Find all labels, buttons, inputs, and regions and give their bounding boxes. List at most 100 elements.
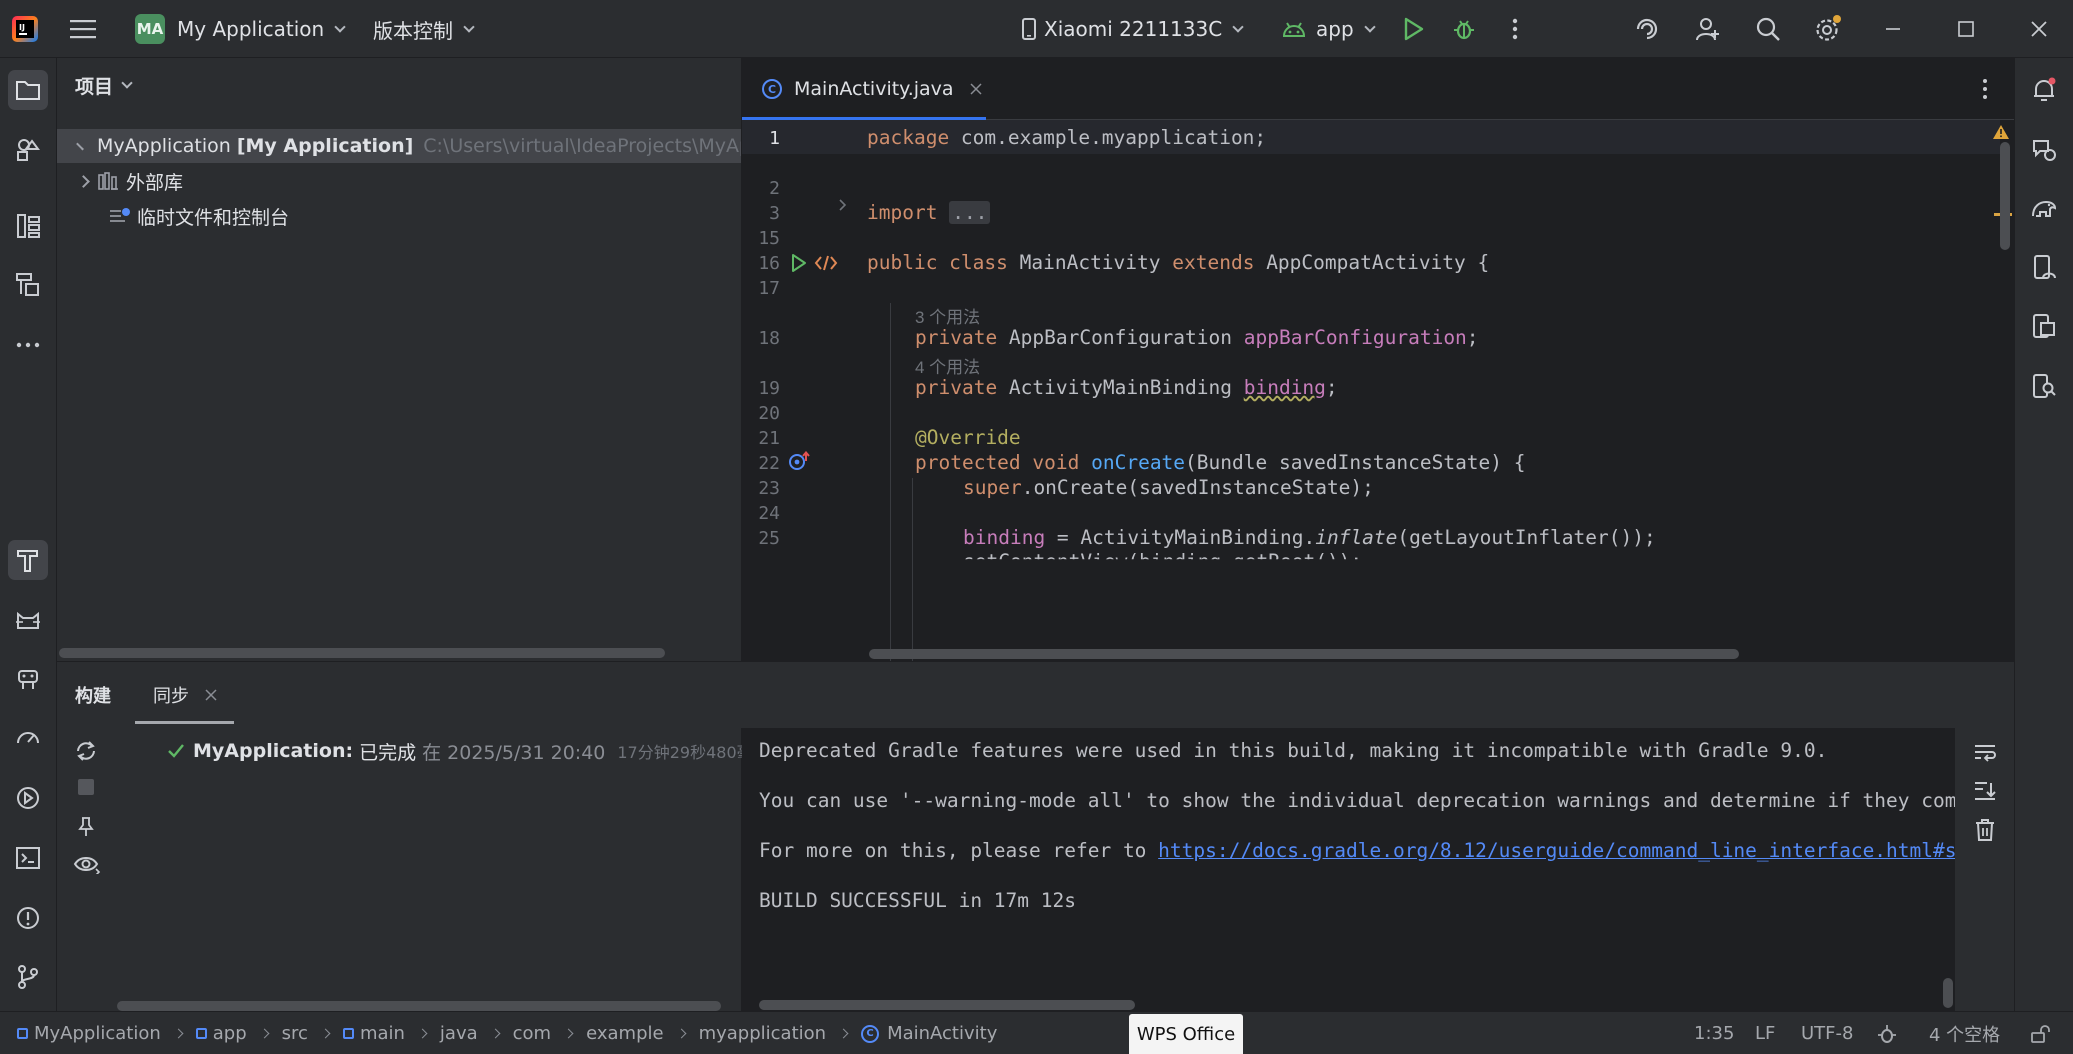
editor-tab-mainactivity[interactable]: C MainActivity.java [742,58,986,121]
code-line-18[interactable]: private AppBarConfiguration appBarConfig… [915,326,1479,349]
tree-item-external-libs[interactable]: 外部库 [57,164,741,198]
breadcrumb-item[interactable]: java [440,1023,478,1044]
vcs-menu-label: 版本控制 [373,18,453,43]
services-button[interactable] [8,778,48,818]
app-logo-icon[interactable]: IJ [12,0,38,58]
refresh-icon[interactable] [74,739,98,763]
editor-tab-options-button[interactable] [1982,78,1988,105]
code-line-3[interactable]: import ... [867,201,991,224]
usage-hint[interactable]: 4 个用法 [915,353,980,378]
folded-imports[interactable]: ... [949,201,991,224]
code-line-21[interactable]: @Override [915,426,1021,449]
layout-inspector-button[interactable] [8,265,48,305]
device-selector[interactable]: Xiaomi 2211133C [1022,0,1244,58]
close-tab-icon[interactable] [970,83,982,95]
project-switcher[interactable]: MA My Application [135,0,346,58]
inspection-widget[interactable] [1877,1012,1897,1054]
warning-icon[interactable] [1992,124,2010,140]
minimize-button[interactable] [1885,0,1901,58]
tab-sync[interactable]: 同步 [153,662,217,728]
project-horizontal-scrollbar[interactable] [59,648,665,658]
build-tool-button[interactable] [8,540,48,580]
console-horizontal-scrollbar[interactable] [759,1000,1135,1010]
tree-item-root[interactable]: MyApplication [My Application] C:\Users\… [57,129,741,163]
code-line-23[interactable]: super.onCreate(savedInstanceState); [963,476,1374,499]
gradle-button[interactable] [2024,188,2064,228]
cursor-position[interactable]: 1:35 [1694,1012,1734,1054]
more-tools-button[interactable] [8,325,48,365]
build-result-row[interactable]: MyApplication: 已完成 在 2025/5/31 20:40 17分… [167,736,769,766]
build-console[interactable]: Deprecated Gradle features were used in … [742,728,1955,1012]
breadcrumb-item[interactable]: myapplication [699,1023,826,1044]
vcs-menu[interactable]: 版本控制 [373,0,475,58]
settings-button[interactable] [1814,0,1842,58]
breadcrumb-item[interactable]: src [282,1023,308,1044]
run-gutter-icon[interactable] [790,253,808,273]
indent-setting[interactable]: 4 个空格 [1929,1012,2000,1054]
breadcrumb-item[interactable]: app [213,1023,247,1044]
trash-icon[interactable] [1974,818,1996,842]
code-line-1[interactable]: package com.example.myapplication; [867,126,1266,149]
chevron-right-icon [77,174,90,188]
override-gutter-icon[interactable] [788,451,812,471]
gemini-chat-button[interactable] [2024,130,2064,170]
code-line-19[interactable]: private ActivityMainBinding binding; [915,376,1338,399]
breadcrumb-item[interactable]: example [586,1023,663,1044]
resource-manager-button[interactable] [8,130,48,170]
project-panel-header[interactable]: 项目 [75,72,133,99]
code-xml-icon[interactable] [814,254,838,272]
usage-hint[interactable]: 3 个用法 [915,303,980,328]
line-separator[interactable]: LF [1755,1012,1775,1054]
build-tree-horizontal-scrollbar[interactable] [117,1001,721,1011]
device-manager-button[interactable] [2024,247,2064,287]
breadcrumb-item[interactable]: com [513,1023,551,1044]
debug-button[interactable] [1452,0,1476,58]
more-actions-button[interactable] [1512,0,1518,58]
soft-wrap-icon[interactable] [1973,742,1997,762]
tree-item-scratches[interactable]: 临时文件和控制台 [57,199,741,233]
breadcrumb-item[interactable]: MyApplication [34,1023,161,1044]
code-line-25[interactable]: binding = ActivityMainBinding.inflate(ge… [963,526,1656,549]
project-tool-button[interactable] [8,70,48,110]
close-tab-icon[interactable] [205,689,217,701]
run-config-selector[interactable]: app [1282,0,1376,58]
profiler-button[interactable] [8,718,48,758]
code-line-26[interactable]: setContentView(binding.getRoot()); [963,550,1362,559]
gradle-docs-link[interactable]: https://docs.gradle.org/8.12/userguide/c… [1158,839,1955,862]
build-tab-bar: 构建 同步 [57,662,2014,728]
breadcrumb-item[interactable]: main [360,1023,405,1044]
logcat-tool-button[interactable] [8,600,48,640]
search-button[interactable] [1755,0,1781,58]
code-line-22[interactable]: protected void onCreate(Bundle savedInst… [915,451,1526,474]
problems-button[interactable] [8,898,48,938]
code-token: onCreate [1079,451,1186,474]
ai-assistant-button[interactable] [1634,0,1660,58]
readonly-toggle[interactable] [2030,1012,2050,1054]
run-button[interactable] [1403,0,1425,58]
eye-icon[interactable] [73,854,101,874]
main-menu-button[interactable] [70,0,96,58]
scroll-to-end-icon[interactable] [1973,780,1997,802]
maximize-button[interactable] [1958,0,1974,58]
console-vertical-scrollbar[interactable] [1943,978,1953,1008]
terminal-button[interactable] [8,838,48,878]
fold-chevron-icon[interactable] [838,198,848,212]
code-with-me-button[interactable] [1695,0,1721,58]
running-devices-button[interactable] [2024,306,2064,346]
file-encoding[interactable]: UTF-8 [1801,1012,1853,1054]
taskbar-popup[interactable]: WPS Office [1129,1014,1243,1054]
notifications-button[interactable] [2024,70,2064,110]
structure-tool-button[interactable] [8,206,48,246]
close-window-button[interactable] [2030,0,2048,58]
code-line-16[interactable]: public class MainActivity extends AppCom… [867,251,1489,274]
maximize-icon [1958,21,1974,37]
device-explorer-button[interactable] [2024,366,2064,406]
pin-icon[interactable] [76,816,96,838]
stop-icon[interactable] [78,779,94,795]
breadcrumb-item[interactable]: MainActivity [887,1023,997,1044]
editor-vertical-scrollbar[interactable] [2000,142,2010,250]
git-button[interactable] [8,957,48,997]
app-quality-button[interactable] [8,658,48,698]
editor-horizontal-scrollbar[interactable] [869,649,1739,659]
console-line: Deprecated Gradle features were used in … [759,739,1828,762]
